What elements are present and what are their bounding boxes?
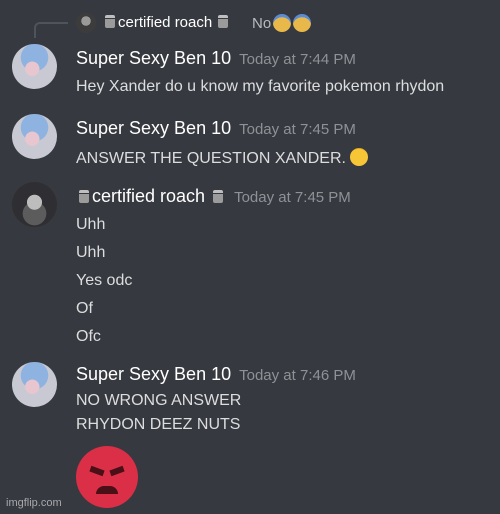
reply-connector [34,22,68,38]
timestamp: Today at 7:45 PM [239,121,356,138]
reply-text[interactable]: No [252,14,312,32]
message-text: Uhh [76,216,106,233]
message-text: Of [76,300,93,317]
reply-preview[interactable]: certified roach No [30,10,490,38]
avatar[interactable] [12,114,57,159]
timestamp: Today at 7:46 PM [239,367,356,384]
message-text: NO WRONG ANSWER [76,392,242,409]
trash-can-icon [105,15,115,28]
reply-username[interactable]: certified roach [102,14,231,31]
avatar[interactable] [12,44,57,89]
username[interactable]: certified roach [92,186,205,206]
fearful-face-emoji-icon [273,14,292,32]
imgflip-watermark: imgflip.com [6,497,62,509]
reply-avatar[interactable] [76,13,96,33]
message-text: Uhh [76,244,106,261]
timestamp: Today at 7:44 PM [239,51,356,68]
username[interactable]: Super Sexy Ben 10 [76,48,231,68]
trash-can-icon [218,15,229,28]
message-text: Hey Xander do u know my favorite pokemon… [76,78,445,95]
username[interactable]: Super Sexy Ben 10 [76,364,231,384]
smiley-emoji-icon [350,148,369,166]
timestamp: Today at 7:45 PM [234,189,351,206]
message-text: Ofc [76,328,101,345]
trash-can-icon [79,190,89,203]
angry-face-emoji-icon [76,446,138,508]
message-text: RHYDON DEEZ NUTS [76,416,241,433]
message-text: ANSWER THE QUESTION XANDER. [76,148,369,168]
username[interactable]: Super Sexy Ben 10 [76,118,231,138]
avatar[interactable] [12,362,57,407]
fearful-face-emoji-icon [293,14,312,32]
avatar[interactable] [12,182,57,227]
message-text: Yes odc [76,272,133,289]
trash-can-icon [213,190,224,203]
